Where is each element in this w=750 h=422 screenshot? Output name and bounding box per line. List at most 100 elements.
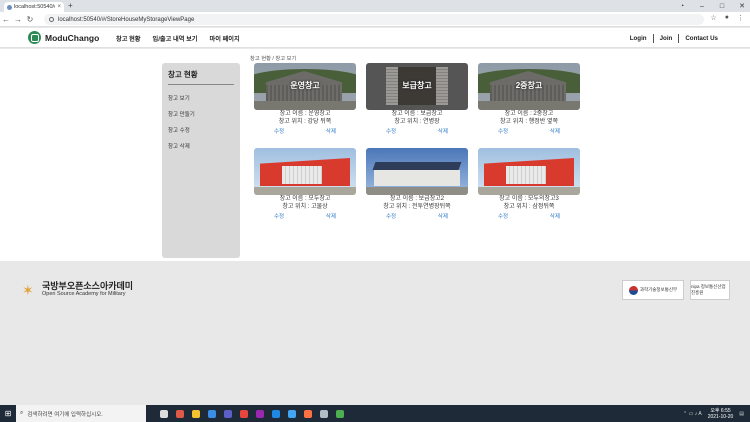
card-actions: 수정 삭제 <box>254 127 356 135</box>
storage-name: 창고 이름 : 모두창고 <box>279 196 331 202</box>
app-icon[interactable] <box>256 409 264 418</box>
nav-storage-status[interactable]: 창고 현황 <box>116 34 141 43</box>
storage-overlay-label: 2중창고 <box>515 81 543 90</box>
edit-button[interactable]: 수정 <box>274 212 284 220</box>
partner-2-label: nipa 정보통신산업진흥원 <box>691 284 726 295</box>
card-actions: 수정 삭제 <box>254 212 356 220</box>
menu-icon[interactable]: ⋮ <box>737 14 744 22</box>
maximize-icon[interactable]: □ <box>718 3 726 10</box>
clock[interactable]: 오후 6:55 2021-10-20 <box>708 408 734 420</box>
chrome-icon[interactable] <box>336 409 344 418</box>
sidebar-item-delete[interactable]: 창고 삭제 <box>168 139 234 155</box>
taskbar-search-placeholder: 검색하려면 여기에 입력하십시오. <box>27 411 103 418</box>
window-controls: ◔ – □ ✕ <box>678 0 746 12</box>
delete-button[interactable]: 삭제 <box>438 212 448 220</box>
storage-card: 창고 이름 : 모두창고 창고 위치 : 고물상 수정 삭제 <box>254 148 356 223</box>
delete-button[interactable]: 삭제 <box>438 127 448 135</box>
login-link[interactable]: Login <box>624 35 653 42</box>
edit-button[interactable]: 수정 <box>498 212 508 220</box>
storage-card: 창고 이름 : 모두의창고3 창고 위치 : 삼정뒤쪽 수정 삭제 <box>478 148 580 223</box>
storage-image[interactable]: 운영창고 <box>254 63 356 110</box>
taskbar-apps <box>160 409 344 418</box>
search-icon: ⌕ <box>20 410 24 416</box>
storage-name: 창고 이름 : 보급창고2 <box>389 196 445 202</box>
academy-logo: ✶ 국방부오픈소스아카데미 Open Source Academy for Mi… <box>22 281 133 298</box>
delete-button[interactable]: 삭제 <box>326 212 336 220</box>
delete-button[interactable]: 삭제 <box>326 127 336 135</box>
edit-button[interactable]: 수정 <box>386 212 396 220</box>
url-text: localhost:50540/#/StoreHouseMyStorageVie… <box>58 16 195 23</box>
close-tab-icon[interactable]: × <box>57 4 61 10</box>
favicon-icon <box>7 4 12 10</box>
browser-tab[interactable]: localhost:50540/#/StoreHouseV × <box>4 2 64 12</box>
main-content: 창고 현황 / 창고 보기 창고 현황 창고 보기 창고 만들기 창고 수정 창… <box>0 49 750 261</box>
edit-button[interactable]: 수정 <box>274 127 284 135</box>
storage-image[interactable] <box>254 148 356 195</box>
storage-card: 2중창고 창고 이름 : 2중창고 창고 위치 : 행정반 옆쪽 수정 삭제 <box>478 63 580 138</box>
storage-image[interactable] <box>366 148 468 195</box>
app-icon[interactable] <box>208 409 216 418</box>
taskbar-search[interactable]: ⌕ 검색하려면 여기에 입력하십시오. <box>16 405 146 422</box>
partner-logo-nipa[interactable]: nipa 정보통신산업진흥원 <box>690 280 730 300</box>
nav-my-page[interactable]: 마이 페이지 <box>210 34 240 43</box>
delete-button[interactable]: 삭제 <box>550 127 560 135</box>
join-link[interactable]: Join <box>654 35 679 42</box>
back-icon[interactable]: ← <box>0 15 12 24</box>
breadcrumb: 창고 현황 / 창고 보기 <box>250 56 297 62</box>
app-icon[interactable] <box>288 409 296 418</box>
app-icon[interactable] <box>240 409 248 418</box>
tab-title: localhost:50540/#/StoreHouseV <box>14 4 55 10</box>
nav-inout-history[interactable]: 입/출고 내역 보기 <box>153 34 198 43</box>
storage-image[interactable]: 보급창고 <box>366 63 468 110</box>
window-close-icon[interactable]: ✕ <box>738 2 746 10</box>
card-actions: 수정 삭제 <box>366 212 468 220</box>
sidebar-item-edit[interactable]: 창고 수정 <box>168 123 234 139</box>
edit-button[interactable]: 수정 <box>498 127 508 135</box>
notification-icon[interactable]: ▤ <box>739 411 744 417</box>
app-icon[interactable] <box>304 409 312 418</box>
tray-icons[interactable]: ⌃ ▭ ♪ A <box>683 411 702 417</box>
bookmark-star-icon[interactable]: ☆ <box>710 14 716 22</box>
app-icon[interactable] <box>224 409 232 418</box>
edit-button[interactable]: 수정 <box>386 127 396 135</box>
card-actions: 수정 삭제 <box>478 212 580 220</box>
storage-location: 창고 위치 : 전투연병장뒤쪽 <box>383 204 451 210</box>
storage-image[interactable] <box>478 148 580 195</box>
vscode-icon[interactable] <box>272 409 280 418</box>
profile-icon[interactable]: ◔ <box>678 3 686 10</box>
app-icon[interactable] <box>192 409 200 418</box>
minimize-icon[interactable]: – <box>698 3 706 10</box>
storage-overlay-label: 보급창고 <box>402 81 432 90</box>
storage-location: 창고 위치 : 고물상 <box>282 204 328 210</box>
clock-time: 오후 6:55 <box>710 407 731 414</box>
logo-text: ModuChango <box>45 32 100 43</box>
forward-icon[interactable]: → <box>12 15 24 24</box>
storage-location: 창고 위치 : 행정반 옆쪽 <box>499 119 558 125</box>
windows-start-icon[interactable]: ⊞ <box>0 405 16 422</box>
partner-1-label: 과학기술정보통신부 <box>639 287 678 292</box>
sidebar-item-view[interactable]: 창고 보기 <box>168 91 234 107</box>
delete-button[interactable]: 삭제 <box>550 212 560 220</box>
reload-icon[interactable]: ↻ <box>24 15 36 24</box>
url-field[interactable]: localhost:50540/#/StoreHouseMyStorageVie… <box>44 14 704 25</box>
partner-logo-msit[interactable]: 과학기술정보통신부 <box>622 280 684 300</box>
app-icon[interactable] <box>176 409 184 418</box>
storage-image[interactable]: 2중창고 <box>478 63 580 110</box>
sidebar-title: 창고 현황 <box>168 69 234 85</box>
site-logo[interactable]: ModuChango <box>28 31 99 44</box>
sidebar-item-create[interactable]: 창고 만들기 <box>168 107 234 123</box>
profile-avatar-icon[interactable]: ● <box>725 14 729 22</box>
contact-link[interactable]: Contact Us <box>679 35 724 42</box>
new-tab-button[interactable]: + <box>68 2 73 10</box>
storage-name: 창고 이름 : 보급창고 <box>391 111 443 117</box>
task-view-icon[interactable] <box>160 409 168 418</box>
storage-card: 창고 이름 : 보급창고2 창고 위치 : 전투연병장뒤쪽 수정 삭제 <box>366 148 468 223</box>
app-icon[interactable] <box>320 409 328 418</box>
info-icon[interactable] <box>49 17 54 22</box>
taegeuk-emblem-icon <box>628 285 638 295</box>
clock-date: 2021-10-20 <box>707 413 734 420</box>
address-bar: ← → ↻ localhost:50540/#/StoreHouseMyStor… <box>0 12 750 27</box>
card-actions: 수정 삭제 <box>366 127 468 135</box>
storage-name: 창고 이름 : 2중창고 <box>504 111 554 117</box>
star-emblem-icon: ✶ <box>22 281 34 298</box>
